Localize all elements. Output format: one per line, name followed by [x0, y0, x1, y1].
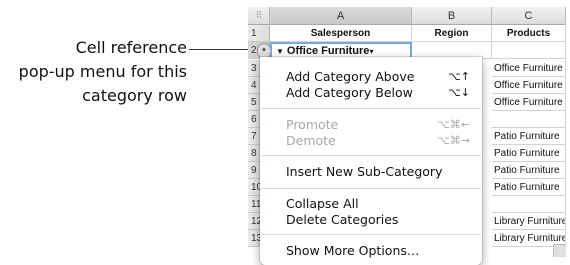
shortcut-label: ⌥⌘→	[437, 134, 470, 147]
table-cell[interactable]: Patio Furniture	[492, 162, 566, 179]
menu-item-label: Collapse All	[286, 196, 359, 211]
menu-item-delete-categories[interactable]: Delete Categories	[286, 211, 470, 229]
menu-item-label: Add Category Above	[286, 69, 415, 84]
table-corner[interactable]: ⠿	[248, 7, 270, 25]
table-cell[interactable]: Office Furniture	[492, 60, 566, 77]
menu-item-label: Add Category Below	[286, 85, 413, 100]
callout-line-3: category row	[82, 86, 187, 105]
row-number[interactable]: 1	[248, 25, 270, 42]
menu-separator	[261, 234, 481, 235]
column-header-b[interactable]: B	[412, 7, 492, 25]
menu-separator	[261, 188, 481, 189]
callout-line-2: pop-up menu for this	[18, 62, 187, 81]
header-cell-region[interactable]: Region	[412, 25, 492, 42]
menu-item-demote[interactable]: Demote ⌥⌘→	[286, 132, 470, 150]
callout-leader-line	[189, 49, 257, 50]
menu-item-add-category-below[interactable]: Add Category Below ⌥↓	[286, 84, 470, 102]
menu-item-label: Promote	[286, 117, 339, 132]
table-cell[interactable]	[492, 42, 566, 59]
category-label: Office Furniture	[286, 45, 370, 57]
menu-item-label: Insert New Sub-Category	[286, 164, 443, 179]
column-header-a[interactable]: A	[270, 7, 412, 25]
menu-item-label: Show More Options…	[286, 243, 420, 258]
shortcut-label: ⌥↓	[448, 86, 470, 99]
header-cell-products[interactable]: Products	[492, 25, 566, 42]
header-cell-salesperson[interactable]: Salesperson	[270, 25, 412, 42]
callout-label: Cell reference pop-up menu for this cate…	[19, 36, 187, 108]
table-cell[interactable]: Patio Furniture	[492, 179, 566, 196]
menu-separator	[261, 108, 481, 109]
popup-caret-icon[interactable]: ▾	[369, 47, 373, 56]
menu-item-label: Demote	[286, 133, 336, 148]
cell-reference-popup-menu: Add Category Above ⌥↑ Add Category Below…	[260, 57, 482, 265]
menu-separator	[261, 155, 481, 156]
table-cell[interactable]: Office Furniture	[492, 77, 566, 94]
resize-grip-icon[interactable]	[553, 244, 566, 257]
table-cell[interactable]	[492, 196, 566, 213]
disclosure-triangle-icon[interactable]: ▼	[276, 47, 284, 56]
table-cell[interactable]: Office Furniture	[492, 94, 566, 111]
table-cell[interactable]: Patio Furniture	[492, 145, 566, 162]
table-cell[interactable]: Library Furniture	[492, 213, 566, 230]
table-cell[interactable]	[492, 111, 566, 128]
menu-item-insert-sub-category[interactable]: Insert New Sub-Category	[286, 163, 470, 181]
menu-item-show-more-options[interactable]: Show More Options…	[286, 242, 470, 260]
grid-corner-icon: ⠿	[255, 10, 263, 20]
table-cell[interactable]: Patio Furniture	[492, 128, 566, 145]
column-header-c[interactable]: C	[492, 7, 566, 25]
callout-line-1: Cell reference	[75, 38, 187, 57]
menu-item-label: Delete Categories	[286, 212, 399, 227]
